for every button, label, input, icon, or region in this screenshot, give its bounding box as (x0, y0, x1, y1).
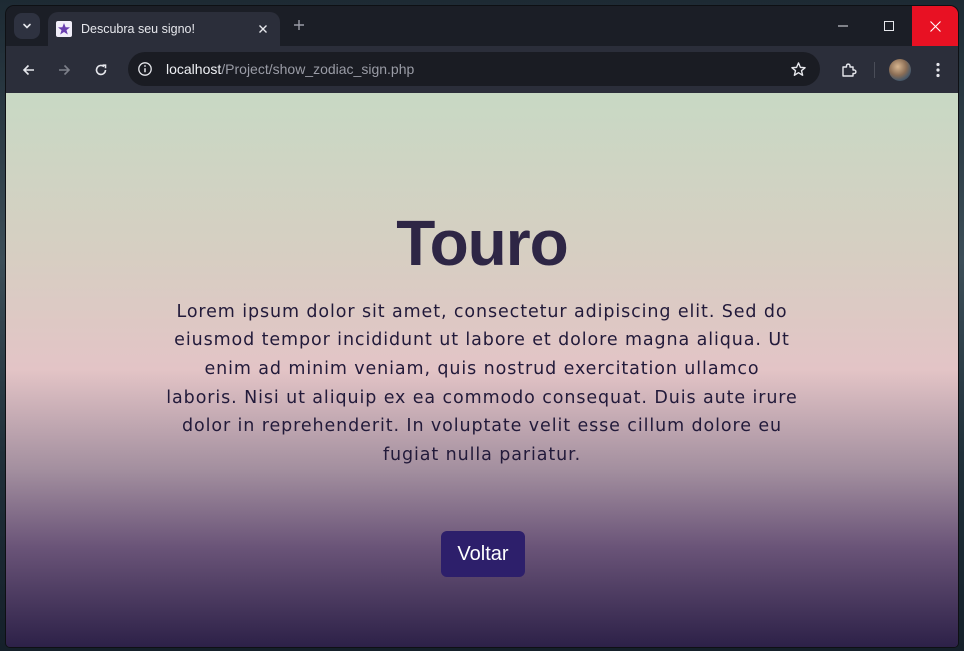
zodiac-sign-description: Lorem ipsum dolor sit amet, consectetur … (166, 301, 798, 466)
toolbar-divider (874, 62, 875, 78)
address-bar[interactable]: localhost/Project/show_zodiac_sign.php (128, 52, 820, 86)
new-tab-icon[interactable] (290, 16, 308, 34)
browser-toolbar: localhost/Project/show_zodiac_sign.php (6, 46, 958, 93)
chevron-down-icon (23, 23, 31, 29)
forward-arrow-icon[interactable] (50, 56, 78, 84)
url-host: localhost (166, 61, 222, 77)
menu-dots-icon[interactable] (924, 56, 952, 84)
reload-icon[interactable] (87, 56, 115, 84)
back-arrow-icon[interactable] (15, 56, 43, 84)
url-text: localhost/Project/show_zodiac_sign.php (166, 61, 784, 77)
tab-title: Descubra seu signo! (81, 22, 195, 36)
page-viewport: Touro Lorem ipsum dolor sit amet, consec… (6, 93, 958, 647)
tab-search-button[interactable] (14, 13, 40, 39)
browser-window: Descubra seu signo! localhost/Project/sh… (6, 6, 958, 647)
tab-bar: Descubra seu signo! (6, 6, 958, 46)
close-tab-icon[interactable] (252, 18, 274, 40)
zodiac-sign-title: Touro (396, 206, 569, 279)
site-info-icon[interactable] (131, 55, 159, 83)
close-window-icon[interactable] (912, 6, 958, 46)
extensions-icon[interactable] (835, 56, 863, 84)
minimize-icon[interactable] (820, 6, 866, 46)
url-path: /Project/show_zodiac_sign.php (221, 61, 415, 77)
maximize-icon[interactable] (866, 6, 912, 46)
back-button[interactable]: Voltar (441, 531, 525, 577)
bookmark-star-icon[interactable] (784, 55, 812, 83)
favicon-star-icon (56, 21, 72, 37)
profile-avatar[interactable] (889, 59, 911, 81)
tab-active[interactable]: Descubra seu signo! (48, 12, 280, 46)
